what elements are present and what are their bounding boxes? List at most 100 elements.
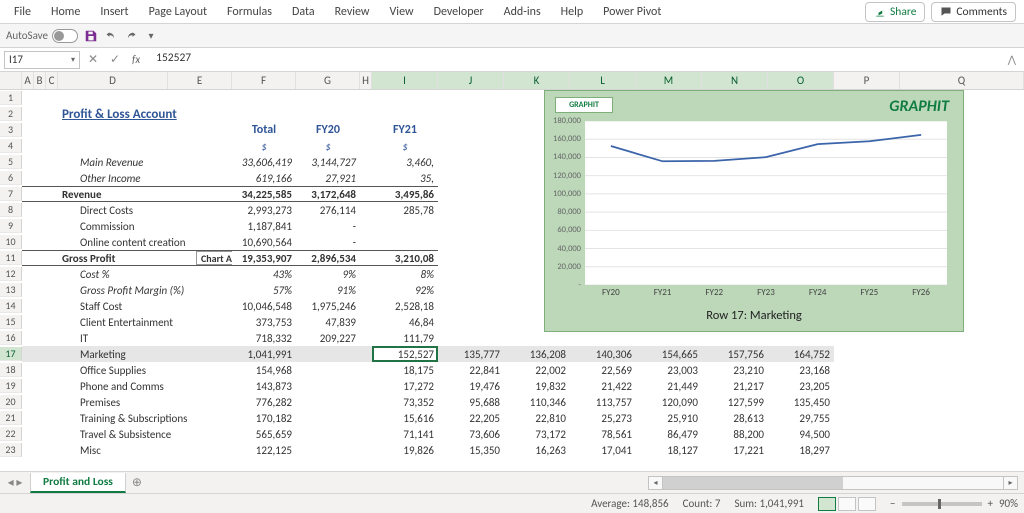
zoom-in-icon[interactable]: + — [988, 497, 993, 510]
col-title-total[interactable]: Total — [232, 122, 296, 138]
tab-file[interactable]: File — [4, 1, 41, 23]
cell-value[interactable]: 2,993,273 — [232, 202, 296, 218]
row-header-11[interactable]: 11 — [0, 251, 22, 265]
row-header-9[interactable]: 9 — [0, 219, 22, 233]
cell-value[interactable]: 111,79 — [372, 330, 438, 346]
row-header-13[interactable]: 13 — [0, 283, 22, 297]
row-header-5[interactable]: 5 — [0, 155, 22, 169]
row-header-17[interactable]: 17 — [0, 347, 22, 361]
cell-fy22[interactable]: 73,172 — [504, 426, 570, 442]
row-header-20[interactable]: 20 — [0, 395, 22, 409]
expand-formula-bar-button[interactable]: ⋀ — [1004, 53, 1020, 66]
col-header-O[interactable]: O — [768, 72, 834, 89]
row-label[interactable]: Cost % — [58, 266, 232, 282]
cell-value[interactable]: 209,227 — [296, 330, 360, 346]
cell-fy20[interactable]: 19,826 — [372, 442, 438, 458]
cell-fy21[interactable]: 73,606 — [438, 426, 504, 442]
cell-fy26[interactable]: 18,297 — [768, 442, 834, 458]
row-label[interactable]: Travel & Subsistence — [58, 426, 232, 442]
cell-fy23[interactable]: 17,041 — [570, 442, 636, 458]
cell-fy20[interactable]: 152,527 — [372, 346, 438, 362]
cell-fy21[interactable]: 15,350 — [438, 442, 504, 458]
tab-developer[interactable]: Developer — [424, 1, 494, 23]
cell-fy22[interactable]: 16,263 — [504, 442, 570, 458]
cell-value[interactable]: 1,187,841 — [232, 218, 296, 234]
cell-fy20[interactable]: 17,272 — [372, 378, 438, 394]
row-label[interactable]: Training & Subscriptions — [58, 410, 232, 426]
cell-fy26[interactable]: 94,500 — [768, 426, 834, 442]
cell-value[interactable]: 43% — [232, 266, 296, 282]
confirm-edit-button[interactable]: ✓ — [106, 51, 124, 69]
cell-value[interactable]: 1,041,991 — [232, 346, 296, 362]
cell-value[interactable]: 2,528,18 — [372, 298, 438, 314]
col-header-B[interactable]: B — [34, 72, 46, 89]
cell-value[interactable]: 2,896,534 — [296, 250, 360, 266]
row-header-3[interactable]: 3 — [0, 123, 22, 137]
cell-fy21[interactable]: 95,688 — [438, 394, 504, 410]
sheet-nav[interactable]: ◂ ▸ — [0, 475, 30, 490]
col-header-P[interactable]: P — [834, 72, 900, 89]
cell-label[interactable] — [232, 90, 296, 106]
scrollbar-thumb[interactable] — [663, 477, 843, 489]
row-header-22[interactable]: 22 — [0, 427, 22, 441]
cell-fy24[interactable]: 21,449 — [636, 378, 702, 394]
row-header-14[interactable]: 14 — [0, 299, 22, 313]
col-header-G[interactable]: G — [296, 72, 360, 89]
cell-fy26[interactable]: 135,450 — [768, 394, 834, 410]
normal-view-button[interactable] — [818, 497, 836, 511]
cell-value[interactable]: 373,753 — [232, 314, 296, 330]
cell-fy24[interactable]: 25,910 — [636, 410, 702, 426]
cell-value[interactable]: 565,659 — [232, 426, 296, 442]
row-label[interactable]: Online content creation — [58, 234, 232, 250]
col-title-fy20[interactable]: FY20 — [296, 122, 360, 138]
cell-fy25[interactable]: 17,221 — [702, 442, 768, 458]
cell-fy20[interactable]: 73,352 — [372, 394, 438, 410]
cell-fy23[interactable]: 113,757 — [570, 394, 636, 410]
row-header-4[interactable]: 4 — [0, 139, 22, 153]
row-header-1[interactable]: 1 — [0, 91, 22, 105]
sheet-title[interactable]: Profit & Loss Account — [58, 106, 296, 122]
page-break-view-button[interactable] — [858, 497, 876, 511]
row-label[interactable]: Misc — [58, 442, 232, 458]
cell-fy23[interactable]: 22,569 — [570, 362, 636, 378]
formula-input[interactable]: 152527 — [148, 51, 1000, 69]
row-header-15[interactable]: 15 — [0, 315, 22, 329]
page-layout-view-button[interactable] — [838, 497, 856, 511]
sheet-tab-profit-and-loss[interactable]: Profit and Loss — [30, 473, 126, 493]
cell-fy22[interactable]: 136,208 — [504, 346, 570, 362]
row-label[interactable]: Office Supplies — [58, 362, 232, 378]
cell-fy22[interactable]: 19,832 — [504, 378, 570, 394]
zoom-out-icon[interactable]: − — [890, 497, 895, 510]
tab-insert[interactable]: Insert — [90, 1, 138, 23]
row-label[interactable]: IT — [58, 330, 232, 346]
row-label[interactable]: Gross ProfitChart Area — [58, 250, 232, 266]
tab-data[interactable]: Data — [282, 1, 325, 23]
add-sheet-button[interactable]: ⊕ — [126, 474, 148, 492]
cell-value[interactable]: 619,166 — [232, 170, 296, 186]
cell-fy26[interactable]: 23,205 — [768, 378, 834, 394]
undo-button[interactable] — [104, 29, 118, 43]
col-header-F[interactable]: F — [232, 72, 296, 89]
cell-value[interactable]: 776,282 — [232, 394, 296, 410]
cell-fy21[interactable]: 135,777 — [438, 346, 504, 362]
col-header-I[interactable]: I — [372, 72, 438, 89]
row-label[interactable]: Main Revenue — [58, 154, 232, 170]
tab-formulas[interactable]: Formulas — [217, 1, 282, 23]
cell-label[interactable] — [58, 90, 168, 106]
select-all-corner[interactable] — [0, 72, 22, 89]
cell-value[interactable]: - — [296, 234, 360, 250]
share-button[interactable]: Share — [865, 2, 925, 22]
row-label[interactable]: Marketing — [58, 346, 232, 362]
col-header-H[interactable]: H — [360, 72, 372, 89]
row-header-21[interactable]: 21 — [0, 411, 22, 425]
cell-value[interactable]: 1,975,246 — [296, 298, 360, 314]
cell-fy26[interactable]: 23,168 — [768, 362, 834, 378]
fx-label[interactable]: fx — [128, 53, 144, 66]
cell-value[interactable]: 35, — [372, 170, 438, 186]
cell-value[interactable]: 27,921 — [296, 170, 360, 186]
cell-fy22[interactable]: 22,002 — [504, 362, 570, 378]
name-box[interactable]: I17 ▾ — [4, 51, 80, 69]
col-header-E[interactable]: E — [168, 72, 232, 89]
row-label[interactable]: Staff Cost — [58, 298, 232, 314]
cell-value[interactable]: 3,460, — [372, 154, 438, 170]
